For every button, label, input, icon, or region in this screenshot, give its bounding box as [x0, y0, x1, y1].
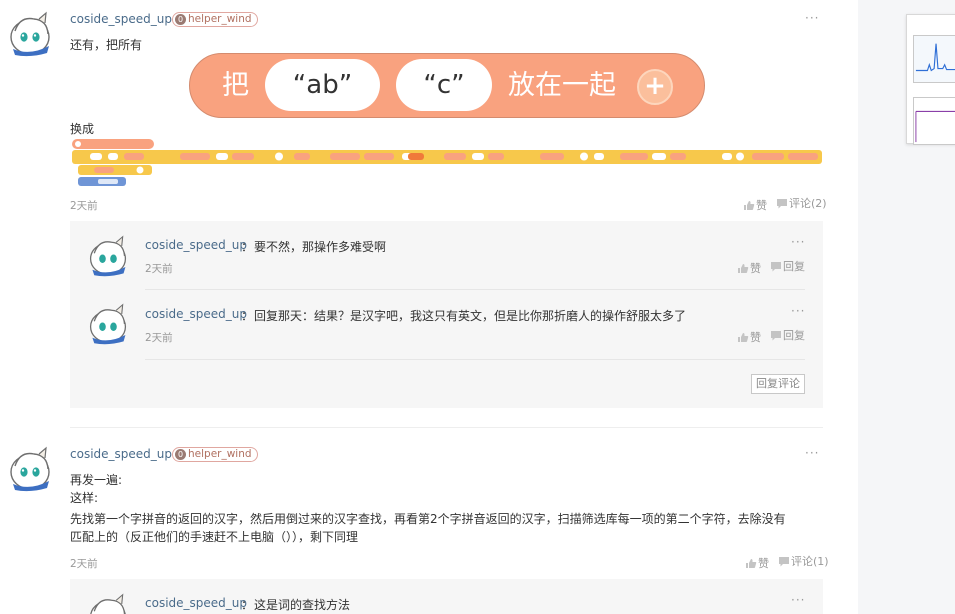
like-button[interactable]: 赞 [745, 555, 769, 571]
post-text-line: 先找第一个字拼音的返回的汉字，然后用倒过来的汉字查找，再看第2个字拼音返回的汉字… [70, 512, 786, 526]
user-avatar[interactable] [6, 10, 54, 58]
badge-label: helper_wind [188, 13, 252, 25]
post-text-line: 还有，把所有 [70, 38, 143, 52]
like-button[interactable]: 赞 [737, 329, 761, 345]
like-button[interactable]: 赞 [737, 260, 761, 276]
thumb-up-icon [744, 201, 755, 210]
block-verb: 把 [222, 70, 249, 101]
reply-username[interactable]: coside_speed_up [145, 238, 247, 252]
reply-time: 2天前 [145, 332, 173, 344]
thumb-up-icon [738, 333, 749, 342]
post-text-line: 这样: [70, 491, 99, 505]
reply-label: 回复 [783, 329, 805, 342]
user-avatar[interactable] [86, 592, 130, 614]
comment-count-label: 评论(1) [791, 555, 829, 568]
like-button[interactable]: 赞 [743, 197, 767, 213]
user-avatar[interactable] [86, 234, 130, 278]
reply-username[interactable]: coside_speed_up [145, 596, 247, 610]
user-badge[interactable]: 0 helper_wind [172, 12, 258, 27]
like-label: 赞 [750, 262, 761, 275]
reply-username[interactable]: coside_speed_up [145, 307, 247, 321]
more-dots-icon[interactable]: ··· [805, 11, 819, 25]
more-dots-icon[interactable]: ··· [805, 446, 819, 460]
comment-button[interactable]: 评论(2) [776, 195, 827, 211]
badge-level: 0 [175, 449, 186, 460]
more-dots-icon[interactable]: ··· [791, 235, 805, 249]
badge-label: helper_wind [188, 448, 252, 460]
comment-count-label: 评论(2) [789, 197, 827, 210]
reply-comment-button[interactable]: 回复评论 [751, 374, 805, 394]
reply-label: 回复 [783, 260, 805, 273]
preview-thumbnails [906, 14, 955, 145]
reply-time: 2天前 [145, 263, 173, 275]
block-slot-ab: “ab” [265, 59, 380, 111]
block-slot-c: “c” [396, 59, 492, 111]
like-label: 赞 [750, 331, 761, 344]
thumbnail-chart-purple[interactable] [913, 97, 955, 145]
reply-button[interactable]: 回复 [770, 327, 805, 343]
thumbnail-chart-blue[interactable] [913, 35, 955, 83]
comment-button[interactable]: 评论(1) [778, 553, 829, 569]
comment-bubble-icon [771, 262, 781, 272]
post-text-line: 再发一遍: [70, 473, 123, 487]
reply-separator: ： [241, 309, 254, 323]
reply-text: 这是词的查找方法 [254, 598, 351, 612]
reply-separator: ： [241, 598, 254, 612]
reply-text: 回复那天：结果？是汉字吧，我这只有英文，但是比你那折磨人的操作舒服太多了 [254, 309, 687, 323]
like-label: 赞 [756, 199, 767, 212]
block-tail: 放在一起 [508, 70, 616, 101]
post-username[interactable]: coside_speed_up [70, 447, 172, 461]
post-username[interactable]: coside_speed_up [70, 12, 172, 26]
reply-divider [145, 289, 805, 290]
plus-icon: + [637, 69, 673, 105]
block-strip-image [72, 139, 822, 186]
thumb-up-icon [738, 264, 749, 273]
badge-level: 0 [175, 14, 186, 25]
post-time: 2天前 [70, 200, 98, 212]
thumb-up-icon [746, 559, 757, 568]
user-avatar[interactable] [86, 302, 130, 346]
user-badge[interactable]: 0 helper_wind [172, 447, 258, 462]
post-text-line: 匹配上的（反正他们的手速赶不上电脑（）），剩下同理 [70, 530, 359, 544]
reply-text: 要不然，那操作多难受啊 [254, 240, 387, 254]
like-label: 赞 [758, 557, 769, 570]
comment-feed: coside_speed_up 0 helper_wind ··· 还有，把所有 … [0, 0, 858, 614]
post-text-line: 换成 [70, 122, 95, 136]
post-divider [70, 427, 823, 428]
reply-button[interactable]: 回复 [770, 258, 805, 274]
post-time: 2天前 [70, 558, 98, 570]
comment-bubble-icon [779, 557, 789, 567]
user-avatar[interactable] [6, 445, 54, 493]
comment-bubble-icon [771, 331, 781, 341]
reply-divider [145, 359, 805, 360]
more-dots-icon[interactable]: ··· [791, 304, 805, 318]
more-dots-icon[interactable]: ··· [791, 593, 805, 607]
comment-bubble-icon [777, 199, 787, 209]
reply-separator: ： [241, 240, 254, 254]
